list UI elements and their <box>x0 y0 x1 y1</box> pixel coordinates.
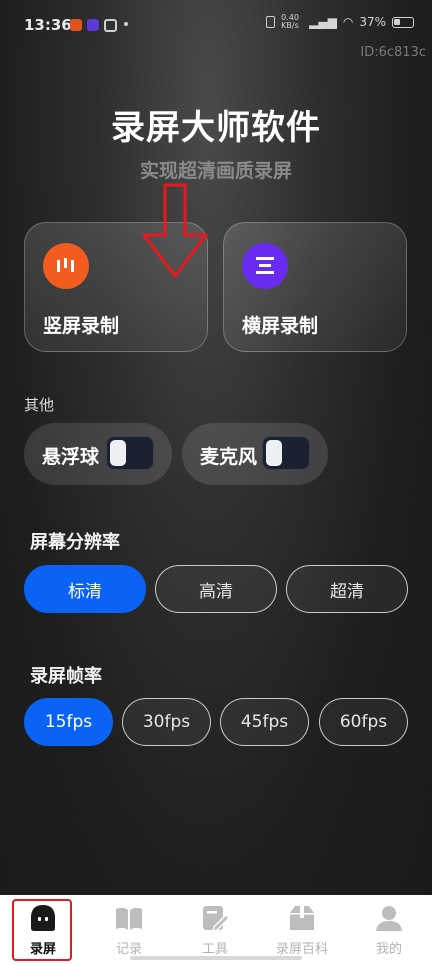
framerate-title: 录屏帧率 <box>30 666 102 687</box>
switch-knob <box>266 440 282 466</box>
signal-icon: ▂▄▆ <box>309 15 337 29</box>
home-indicator <box>130 956 302 960</box>
framerate-option-15fps[interactable]: 15fps <box>24 698 113 746</box>
resolution-option-sd[interactable]: 标清 <box>24 565 146 613</box>
landscape-record-button[interactable]: 横屏录制 <box>223 222 407 352</box>
down-arrow-icon <box>140 183 210 279</box>
nav-label-profile: 我的 <box>375 942 402 957</box>
microphone-switch[interactable] <box>262 436 310 470</box>
box-icon <box>290 906 314 930</box>
nav-item-profile[interactable]: 我的 <box>346 895 432 964</box>
framerate-option-60fps[interactable]: 60fps <box>319 698 408 746</box>
switch-knob <box>110 440 126 466</box>
app-notification-icon <box>70 19 82 31</box>
nav-label-history: 记录 <box>115 942 142 957</box>
device-id: ID:6c813c <box>360 45 426 60</box>
floating-ball-switch[interactable] <box>106 436 154 470</box>
person-icon <box>376 906 402 931</box>
nav-item-history[interactable]: 记录 <box>86 895 172 964</box>
nav-label-tools: 工具 <box>201 942 228 957</box>
portrait-record-label: 竖屏录制 <box>43 315 120 337</box>
app-subtitle: 实现超清画质录屏 <box>139 160 292 182</box>
floating-ball-label: 悬浮球 <box>42 446 100 468</box>
nav-item-wiki[interactable]: 录屏百科 <box>259 895 345 964</box>
network-speed: 0.40 KB/s <box>281 13 299 30</box>
edit-tool-icon <box>203 906 230 933</box>
dot-icon <box>124 22 128 26</box>
status-time: 13:36 <box>24 16 72 34</box>
battery-percent: 37% <box>359 15 386 29</box>
microphone-label: 麦克风 <box>200 446 258 468</box>
others-section-label: 其他 <box>24 396 55 414</box>
portrait-record-icon <box>43 243 89 289</box>
status-bar: 13:36 0.40 KB/s ▂▄▆ ◠ 37% <box>0 0 432 48</box>
framerate-option-45fps[interactable]: 45fps <box>220 698 309 746</box>
resolution-title: 屏幕分辨率 <box>30 532 120 553</box>
app-title: 录屏大师软件 <box>111 108 321 148</box>
microphone-toggle-row: 麦克风 <box>182 423 328 485</box>
framerate-option-30fps[interactable]: 30fps <box>122 698 211 746</box>
highlight-annotation-box <box>12 899 72 961</box>
resolution-option-uhd[interactable]: 超清 <box>286 565 408 613</box>
link-notification-icon <box>104 19 117 32</box>
floating-ball-toggle-row: 悬浮球 <box>24 423 172 485</box>
landscape-record-label: 横屏录制 <box>242 315 319 337</box>
landscape-record-icon <box>242 243 288 289</box>
battery-icon <box>392 16 414 28</box>
video-notification-icon <box>87 19 99 31</box>
vibrate-icon <box>266 16 276 28</box>
wifi-icon: ◠ <box>342 15 354 29</box>
resolution-option-hd[interactable]: 高清 <box>155 565 277 613</box>
nav-item-tools[interactable]: 工具 <box>172 895 258 964</box>
nav-label-wiki: 录屏百科 <box>275 942 328 957</box>
book-icon <box>116 907 142 930</box>
